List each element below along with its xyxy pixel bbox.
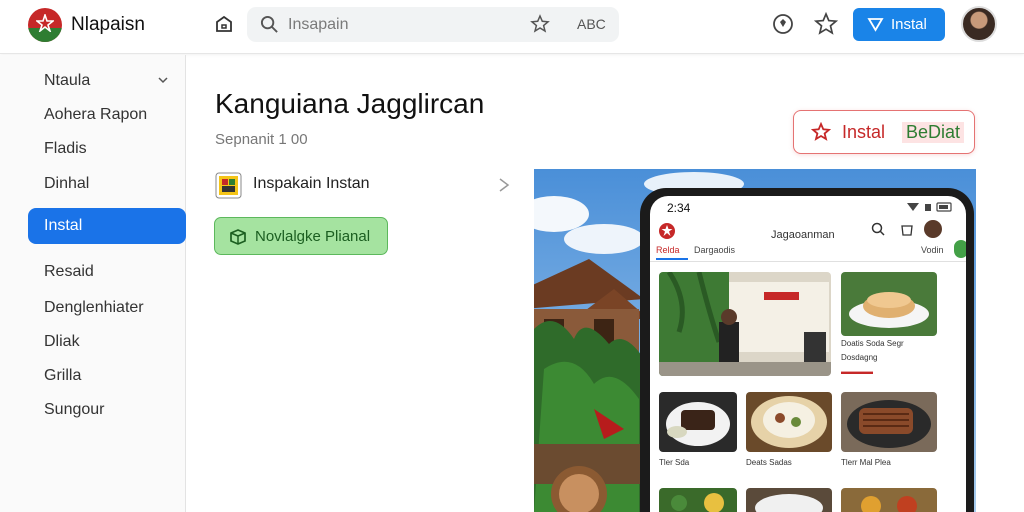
sidebar-item-aohera-rapon[interactable]: Aohera Rapon [28,97,186,133]
star-outline-icon [811,122,831,141]
phone-time: 2:34 [667,201,691,215]
food-card-caption: Doatis Soda Segr [841,339,904,348]
phone-tab-active: Relda [656,245,680,255]
package-icon [215,172,242,199]
sidebar-item-label: Aohera Rapon [44,106,148,123]
favorite-star-icon[interactable] [814,12,838,36]
search-input[interactable]: Insapain [288,16,349,34]
sidebar-item-fladis[interactable]: Fladis [28,131,186,167]
sidebar-item-label: Grilla [44,367,82,384]
sidebar-item-label: Ntaula [44,72,91,89]
home-icon[interactable] [214,14,234,34]
sidebar-item-dliak[interactable]: Dliak [28,324,186,360]
translate-button[interactable]: ABC [577,16,606,32]
food-card-image [841,392,937,452]
phone-fab [954,240,966,258]
sidebar-item-label: Dliak [44,333,80,350]
shield-icon[interactable] [772,13,794,35]
sidebar-item-label: Dinhal [44,175,90,192]
app-logo-icon[interactable] [28,8,62,42]
phone-more-link: Vodin [921,245,944,255]
food-card-caption: Tler Sda [659,458,690,467]
package-row[interactable]: Inspakain Instan [215,170,515,200]
food-card-image [659,392,737,452]
phone-screen: 2:34 Jagaoanman Relda Dargaodis Vodin Do… [650,196,966,512]
sidebar: Ntaula Aohera Rapon Fladis Dinhal Instal… [0,55,186,512]
top-bar: Nlapaisn Insapain ABC Instal [0,0,1024,54]
sidebar-item-label: Resaid [44,263,94,280]
sidebar-item-denglenhiater[interactable]: Denglenhiater [28,290,186,326]
sidebar-item-label: Sungour [44,401,105,418]
food-card-image [746,488,832,512]
install-label: Instal [842,122,886,142]
green-action-button[interactable]: Novlalgke Plianal [214,217,388,255]
chevron-right-icon[interactable] [495,176,513,194]
sidebar-item-dinhal[interactable]: Dinhal [28,166,186,202]
install-button-label: Instal [891,16,927,33]
phone-search-icon [871,222,885,236]
bediat-label: BeDiat [902,122,965,143]
package-label: Inspakain Instan [253,175,370,192]
sidebar-item-grilla[interactable]: Grilla [28,358,186,394]
food-card-image [746,392,832,452]
phone-tab-indicator [656,258,688,260]
sidebar-item-label: Instal [44,217,83,234]
sidebar-item-ntaula[interactable]: Ntaula [28,63,186,99]
sidebar-item-label: Denglenhiater [44,299,144,316]
food-card-caption: Deats Sadas [746,458,792,467]
food-card-caption: Dosdagng [841,353,878,362]
sidebar-item-label: Fladis [44,140,87,157]
sidebar-item-instal[interactable]: Instal [28,208,186,244]
package-box-icon [230,229,246,245]
food-card-price-bar: ▬▬▬▬ [841,367,873,376]
food-card-image [841,272,937,336]
app-name: Nlapaisn [71,14,145,35]
sidebar-item-resaid[interactable]: Resaid [28,254,186,290]
download-icon [867,18,884,32]
phone-app-logo-icon [659,223,675,239]
page-subtitle: Sepnanit 1 00 [215,131,308,148]
food-card-image [659,488,737,512]
phone-divider [650,261,966,262]
chevron-down-icon [158,77,168,84]
green-action-label: Novlalgke Plianal [255,228,371,245]
phone-title: Jagaoanman [771,229,835,241]
install-button[interactable]: Instal [853,8,945,41]
food-card-caption: Tlerr Mal Plea [841,458,891,467]
search-icon [260,15,278,33]
bookmark-star-icon[interactable] [530,14,550,34]
status-icons [907,202,952,212]
phone-avatar [924,220,942,238]
avatar[interactable] [961,6,997,42]
phone-tab: Dargaodis [694,245,736,255]
page-title: Kanguiana Jagglircan [215,88,485,119]
food-card-image [841,488,937,512]
install-bediat-button[interactable]: Instal BeDiat [793,110,975,154]
search-bar[interactable]: Insapain ABC [247,7,619,42]
phone-bag-icon [901,225,913,236]
sidebar-item-sungour[interactable]: Sungour [28,392,186,428]
food-card-image [659,272,831,376]
